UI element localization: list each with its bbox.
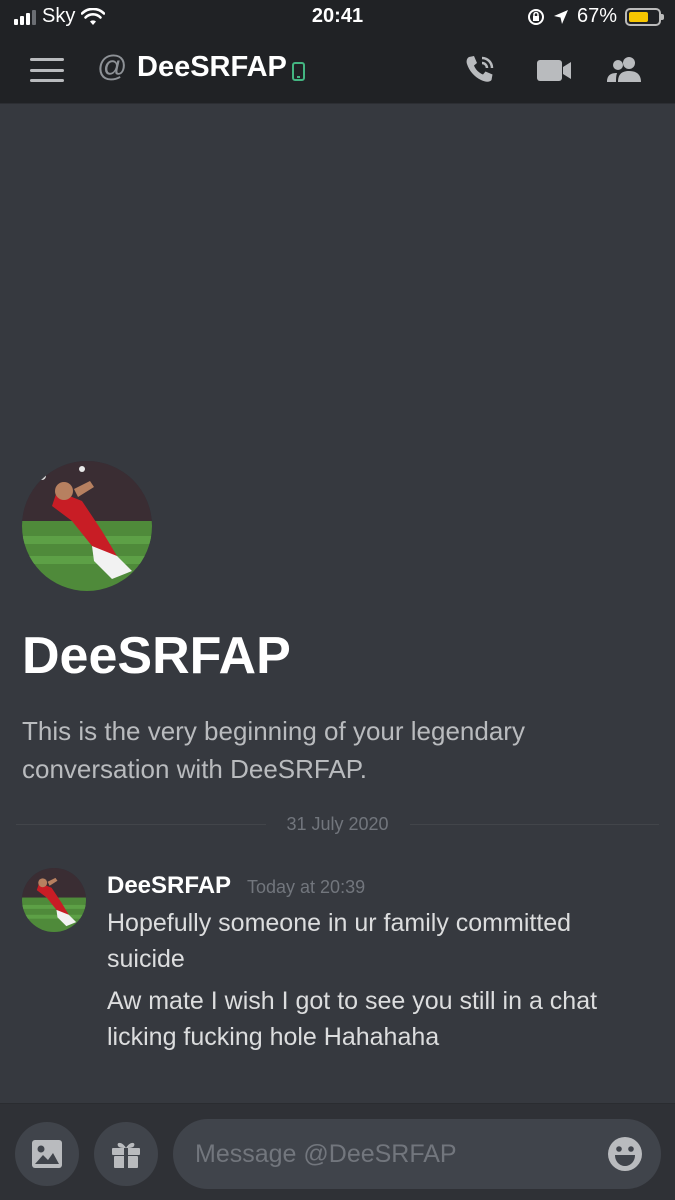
status-right: 67% — [527, 5, 664, 28]
battery-icon — [625, 7, 664, 26]
voice-call-icon[interactable] — [463, 53, 501, 87]
emoji-icon[interactable] — [607, 1136, 643, 1172]
gift-button[interactable] — [94, 1122, 158, 1186]
orientation-lock-icon — [527, 8, 544, 25]
channel-title[interactable]: DeeSRFAP — [137, 51, 287, 84]
image-icon — [32, 1140, 62, 1168]
status-bar: Sky 20:41 67% — [0, 0, 675, 36]
gift-icon — [112, 1142, 140, 1168]
avatar-large[interactable] — [22, 461, 152, 591]
message-author[interactable]: DeeSRFAP — [107, 872, 231, 900]
intro-username: DeeSRFAP — [22, 627, 291, 685]
mobile-status-icon — [292, 62, 305, 81]
video-call-icon[interactable] — [535, 53, 573, 87]
at-icon: @ — [97, 50, 128, 83]
message-text[interactable]: Aw mate I wish I got to see you still in… — [107, 983, 647, 1055]
attach-image-button[interactable] — [15, 1122, 79, 1186]
menu-icon[interactable] — [30, 58, 64, 82]
date-label: 31 July 2020 — [272, 814, 403, 834]
message-composer — [0, 1103, 675, 1200]
message-text[interactable]: Hopefully someone in ur family committed… — [107, 905, 647, 977]
location-icon — [553, 9, 568, 24]
members-icon[interactable] — [605, 53, 643, 87]
intro-description: This is the very beginning of your legen… — [22, 716, 525, 784]
message-avatar[interactable] — [22, 868, 86, 932]
battery-percent: 67% — [576, 5, 617, 27]
message-timestamp: Today at 20:39 — [247, 877, 366, 897]
message-input[interactable] — [173, 1119, 661, 1189]
date-divider: 31 July 2020 — [0, 814, 675, 835]
channel-header: @ DeeSRFAP — [0, 36, 675, 104]
